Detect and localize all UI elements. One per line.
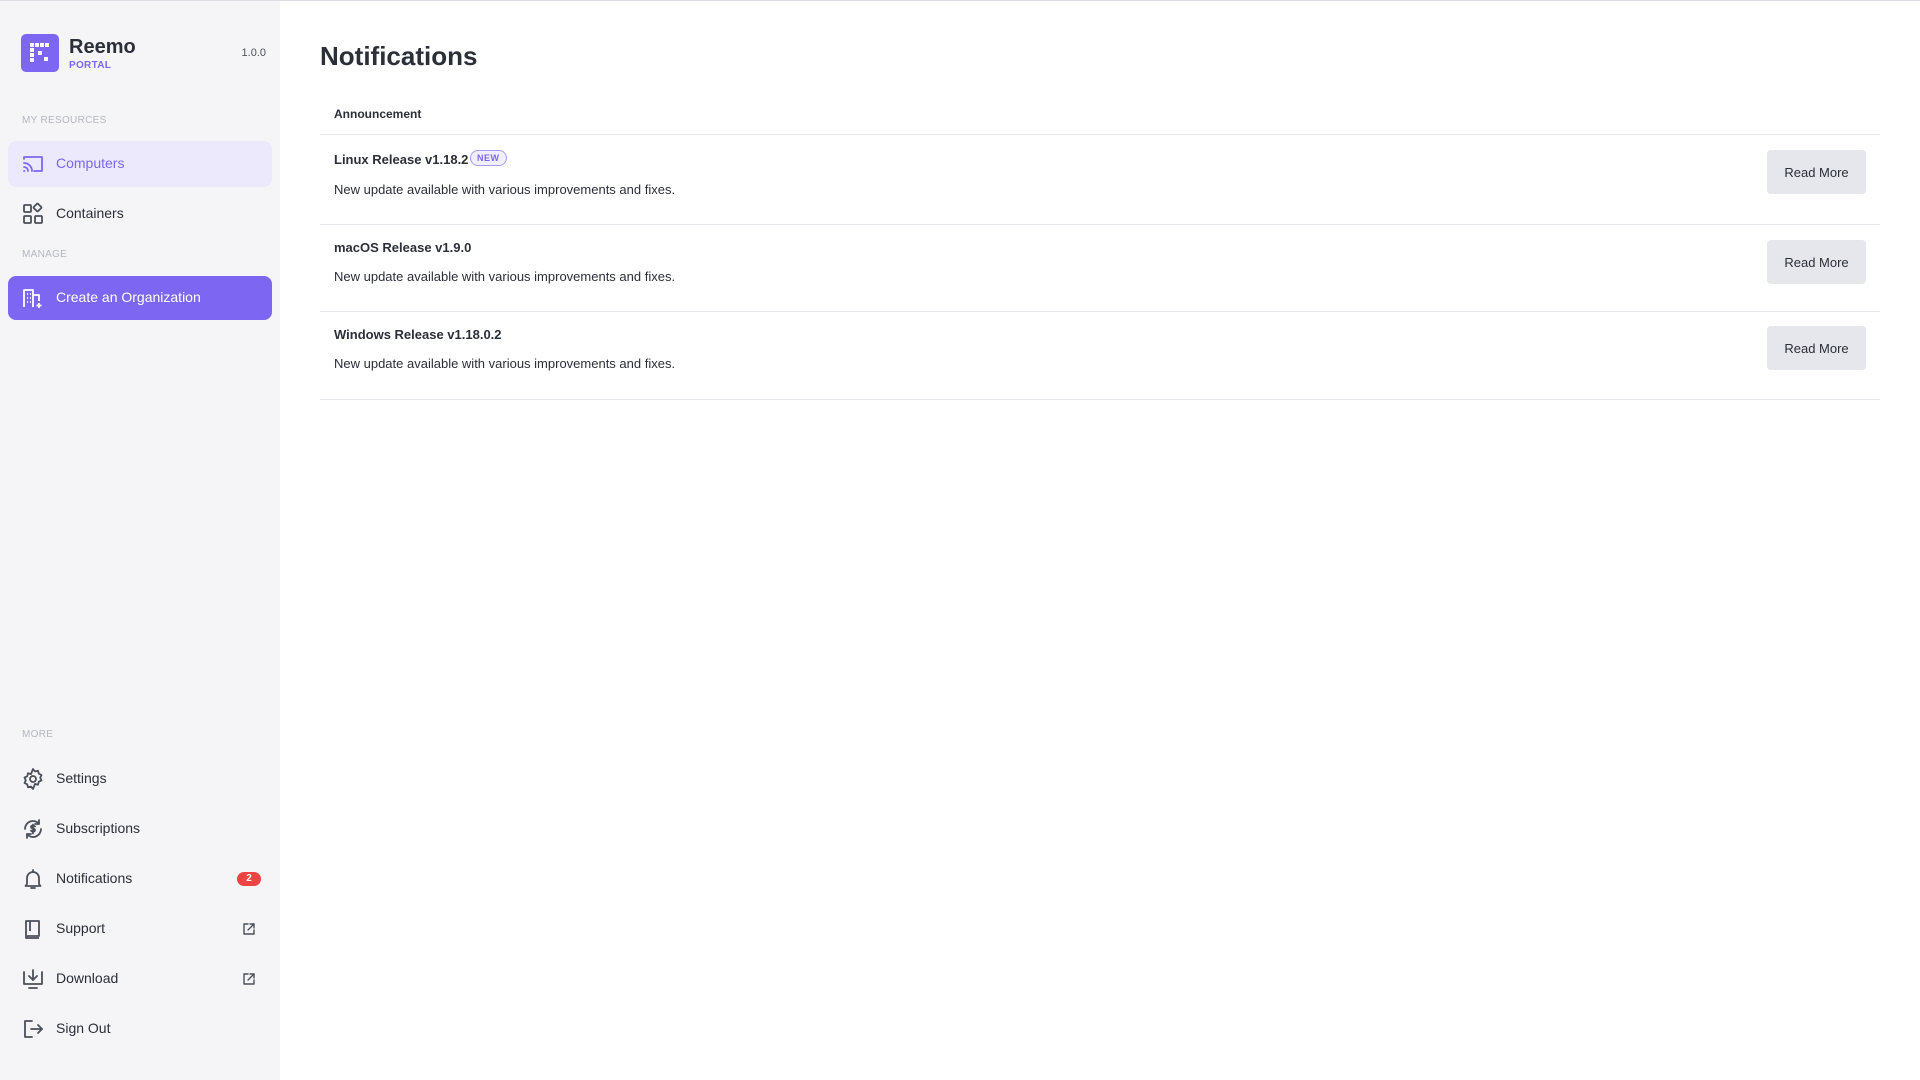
announcement-title: Linux Release v1.18.2 xyxy=(334,152,469,167)
sidebar-item-label: Subscriptions xyxy=(56,820,141,836)
sign-out-icon xyxy=(21,1017,45,1041)
new-badge: NEW xyxy=(470,150,507,166)
create-organization-button[interactable]: Create an Organization xyxy=(8,276,272,320)
sidebar-item-computers[interactable]: Computers xyxy=(8,141,272,187)
announcement-title: macOS Release v1.9.0 xyxy=(334,240,472,255)
sidebar-item-notifications[interactable]: Notifications 2 xyxy=(8,856,272,902)
read-more-button[interactable]: Read More xyxy=(1767,240,1866,284)
announcement-title: Windows Release v1.18.0.2 xyxy=(334,327,502,342)
bell-icon xyxy=(21,867,45,891)
reemo-logo-icon xyxy=(21,34,59,72)
brand-subtitle: PORTAL xyxy=(69,60,112,71)
download-icon xyxy=(21,967,45,991)
notification-count-badge: 2 xyxy=(237,872,261,886)
sidebar-item-label: Containers xyxy=(56,205,124,221)
announcement-description: New update available with various improv… xyxy=(334,269,676,284)
sidebar-item-settings[interactable]: Settings xyxy=(8,756,272,802)
read-more-button[interactable]: Read More xyxy=(1767,150,1866,194)
book-icon xyxy=(21,917,45,941)
gear-icon xyxy=(21,767,45,791)
table-header: Announcement xyxy=(320,101,1880,135)
grid-apps-icon xyxy=(21,202,45,226)
external-link-icon xyxy=(242,972,256,986)
sidebar-item-label: Sign Out xyxy=(56,1020,111,1036)
sidebar-item-label: Computers xyxy=(56,155,125,171)
column-header-announcement: Announcement xyxy=(334,107,422,121)
building-add-icon xyxy=(21,286,45,310)
sidebar-item-download[interactable]: Download xyxy=(8,956,272,1002)
section-label-more: MORE xyxy=(22,729,54,740)
announcement-description: New update available with various improv… xyxy=(334,356,676,371)
app-version: 1.0.0 xyxy=(241,47,266,59)
external-link-icon xyxy=(242,922,256,936)
sidebar-item-containers[interactable]: Containers xyxy=(8,191,272,237)
page-title: Notifications xyxy=(320,41,478,71)
table-row: macOS Release v1.9.0 New update availabl… xyxy=(320,225,1880,312)
sidebar-item-label: Download xyxy=(56,970,119,986)
sidebar-item-subscriptions[interactable]: Subscriptions xyxy=(8,806,272,852)
refresh-dollar-icon xyxy=(21,817,45,841)
section-label-resources: MY RESOURCES xyxy=(22,115,107,126)
sidebar-item-label: Settings xyxy=(56,770,107,786)
brand-name: Reemo xyxy=(69,36,136,58)
sidebar-item-label: Create an Organization xyxy=(56,289,201,305)
brand[interactable]: Reemo PORTAL 1.0.0 xyxy=(21,34,266,74)
sidebar-item-label: Notifications xyxy=(56,870,133,886)
sidebar-item-sign-out[interactable]: Sign Out xyxy=(8,1006,272,1052)
sidebar-item-support[interactable]: Support xyxy=(8,906,272,952)
monitor-cast-icon xyxy=(21,152,45,176)
sidebar: Reemo PORTAL 1.0.0 MY RESOURCES Computer… xyxy=(0,1,280,1080)
table-row: Windows Release v1.18.0.2 New update ava… xyxy=(320,312,1880,400)
announcement-description: New update available with various improv… xyxy=(334,182,676,197)
section-label-manage: MANAGE xyxy=(22,249,68,260)
read-more-button[interactable]: Read More xyxy=(1767,326,1866,370)
table-row: Linux Release v1.18.2 NEW New update ava… xyxy=(320,135,1880,225)
sidebar-item-label: Support xyxy=(56,920,106,936)
